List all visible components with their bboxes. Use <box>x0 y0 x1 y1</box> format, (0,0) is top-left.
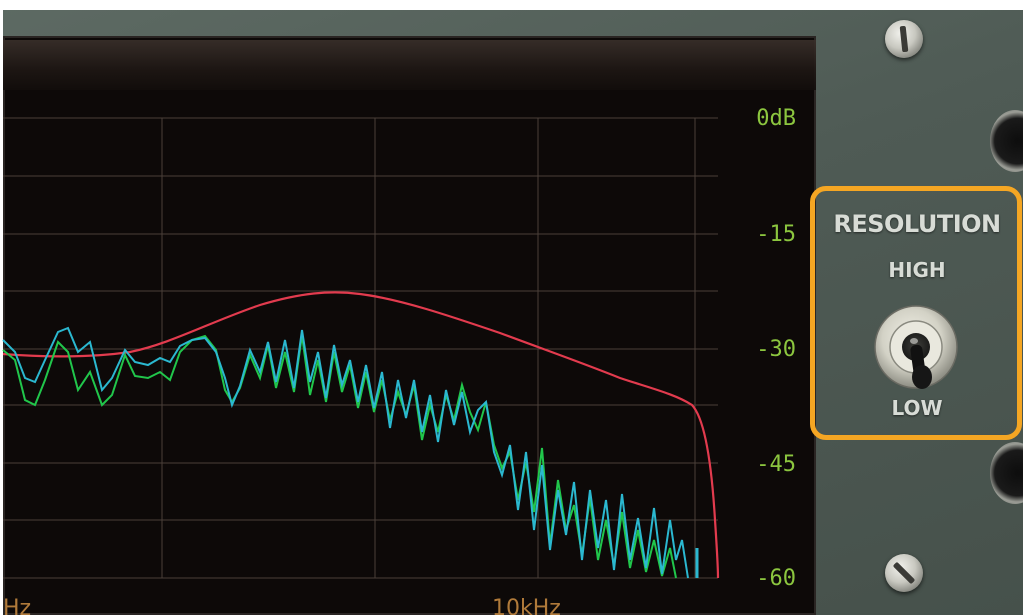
screw-icon-bottom <box>885 554 923 592</box>
resolution-low-label[interactable]: LOW <box>822 396 1012 420</box>
resolution-toggle-switch[interactable] <box>870 305 966 397</box>
resolution-title: RESOLUTION <box>833 210 1001 238</box>
db-label-30: -30 <box>756 337 796 362</box>
db-label-60: -60 <box>756 566 796 591</box>
spectrum-grid <box>3 117 718 579</box>
toggle-lever-tip <box>912 365 932 389</box>
db-label-45: -45 <box>756 452 796 477</box>
screw-icon-top <box>885 20 923 58</box>
toggle-lever-highlight <box>910 338 918 344</box>
freq-label-10khz: 10kHz <box>492 596 561 615</box>
db-label-15: -15 <box>756 222 796 247</box>
db-label-0: 0dB <box>756 106 796 131</box>
resolution-high-label[interactable]: HIGH <box>822 258 1012 282</box>
freq-label-hz: Hz <box>3 596 32 615</box>
